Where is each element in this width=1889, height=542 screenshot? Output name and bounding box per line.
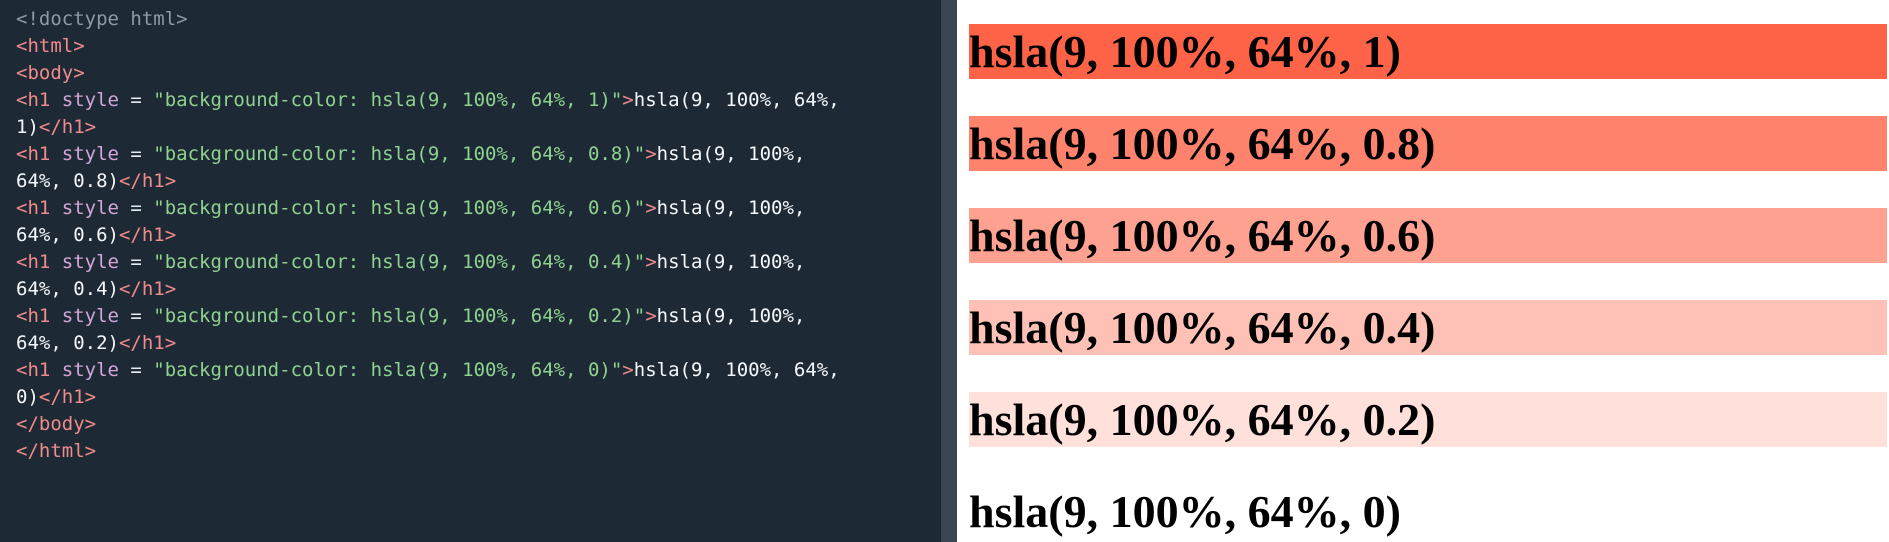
code-token-text: hsla(9, 100%, [656, 197, 806, 219]
code-token-tag: > [622, 359, 634, 381]
code-line: </body> [16, 411, 941, 438]
code-token-attr: style [50, 89, 119, 111]
code-token-text: hsla(9, 100%, 64%, [633, 89, 840, 111]
code-token-punct: = [118, 89, 154, 111]
code-token-tag: > [645, 305, 657, 327]
code-token-tag: <h1 [16, 197, 51, 219]
preview-heading: hsla(9, 100%, 64%, 0.6) [969, 208, 1887, 263]
code-token-tag: </h1> [118, 170, 177, 192]
code-token-attr: style [50, 143, 119, 165]
code-token-punct: = [118, 143, 154, 165]
preview-heading: hsla(9, 100%, 64%, 0.8) [969, 116, 1887, 171]
code-token-tag: </h1> [38, 116, 97, 138]
code-token-tag: </h1> [118, 278, 177, 300]
code-token-tag: <html> [16, 35, 85, 57]
code-token-text: 64%, 0.6) [16, 224, 119, 246]
code-token-str: "background-color: hsla(9, 100%, 64%, 0.… [153, 197, 646, 219]
code-line: 1)</h1> [16, 114, 941, 141]
code-token-tag: </h1> [118, 224, 177, 246]
code-token-tag: > [645, 143, 657, 165]
preview-heading: hsla(9, 100%, 64%, 0) [969, 486, 1401, 537]
result-preview: hsla(9, 100%, 64%, 1) hsla(9, 100%, 64%, … [957, 0, 1889, 542]
code-line: <h1 style = "background-color: hsla(9, 1… [16, 357, 941, 384]
code-token-attr: style [50, 359, 119, 381]
code-line: <h1 style = "background-color: hsla(9, 1… [16, 249, 941, 276]
code-token-tag: </html> [16, 440, 97, 462]
preview-heading: hsla(9, 100%, 64%, 1) [969, 24, 1887, 79]
code-token-str: "background-color: hsla(9, 100%, 64%, 0)… [153, 359, 623, 381]
code-token-tag: </h1> [38, 386, 97, 408]
code-token-str: "background-color: hsla(9, 100%, 64%, 0.… [153, 251, 646, 273]
code-token-tag: > [645, 197, 657, 219]
code-line: <h1 style = "background-color: hsla(9, 1… [16, 141, 941, 168]
code-token-text: hsla(9, 100%, [656, 305, 806, 327]
preview-heading: hsla(9, 100%, 64%, 0.2) [969, 392, 1887, 447]
code-token-tag: <h1 [16, 89, 51, 111]
code-token-tag: </body> [16, 413, 97, 435]
code-token-text: 1) [16, 116, 39, 138]
code-line: <!doctype html> [16, 6, 941, 33]
code-token-text: 64%, 0.8) [16, 170, 119, 192]
code-token-str: "background-color: hsla(9, 100%, 64%, 0.… [153, 143, 646, 165]
code-token-text: hsla(9, 100%, [656, 251, 806, 273]
code-token-tag: <h1 [16, 359, 51, 381]
code-line: 64%, 0.4)</h1> [16, 276, 941, 303]
code-token-punct: = [118, 305, 154, 327]
code-token-text: hsla(9, 100%, 64%, [633, 359, 840, 381]
code-token-str: "background-color: hsla(9, 100%, 64%, 1)… [153, 89, 623, 111]
code-token-text: 64%, 0.2) [16, 332, 119, 354]
code-token-attr: style [50, 305, 119, 327]
code-line: </html> [16, 438, 941, 465]
code-token-attr: style [50, 197, 119, 219]
code-token-tag: > [622, 89, 634, 111]
code-token-tag: </h1> [118, 332, 177, 354]
code-line: 64%, 0.8)</h1> [16, 168, 941, 195]
code-token-tag: <body> [16, 62, 85, 84]
code-line: <html> [16, 33, 941, 60]
try-it-editor-window: <!doctype html> <html> <body> <h1 style = "… [0, 0, 1889, 542]
code-line: <body> [16, 60, 941, 87]
code-token-punct: = [118, 251, 154, 273]
preview-heading: hsla(9, 100%, 64%, 0.4) [969, 300, 1887, 355]
code-token-punct: = [118, 197, 154, 219]
code-line: <h1 style = "background-color: hsla(9, 1… [16, 195, 941, 222]
code-line: 64%, 0.2)</h1> [16, 330, 941, 357]
code-token-tag: <h1 [16, 251, 51, 273]
code-token-attr: style [50, 251, 119, 273]
code-token-tag: <h1 [16, 143, 51, 165]
code-line: 64%, 0.6)</h1> [16, 222, 941, 249]
code-token-tag: <h1 [16, 305, 51, 327]
code-line: <h1 style = "background-color: hsla(9, 1… [16, 303, 941, 330]
code-editor[interactable]: <!doctype html> <html> <body> <h1 style = "… [0, 0, 941, 542]
code-token-text: 64%, 0.4) [16, 278, 119, 300]
code-token-text: hsla(9, 100%, [656, 143, 806, 165]
code-line: 0)</h1> [16, 384, 941, 411]
code-token-text: 0) [16, 386, 39, 408]
panel-divider[interactable] [941, 0, 957, 542]
code-token-str: "background-color: hsla(9, 100%, 64%, 0.… [153, 305, 646, 327]
code-token-tag: > [645, 251, 657, 273]
code-token-doctype: <!doctype html> [16, 8, 188, 30]
code-line: <h1 style = "background-color: hsla(9, 1… [16, 87, 941, 114]
code-token-punct: = [118, 359, 154, 381]
